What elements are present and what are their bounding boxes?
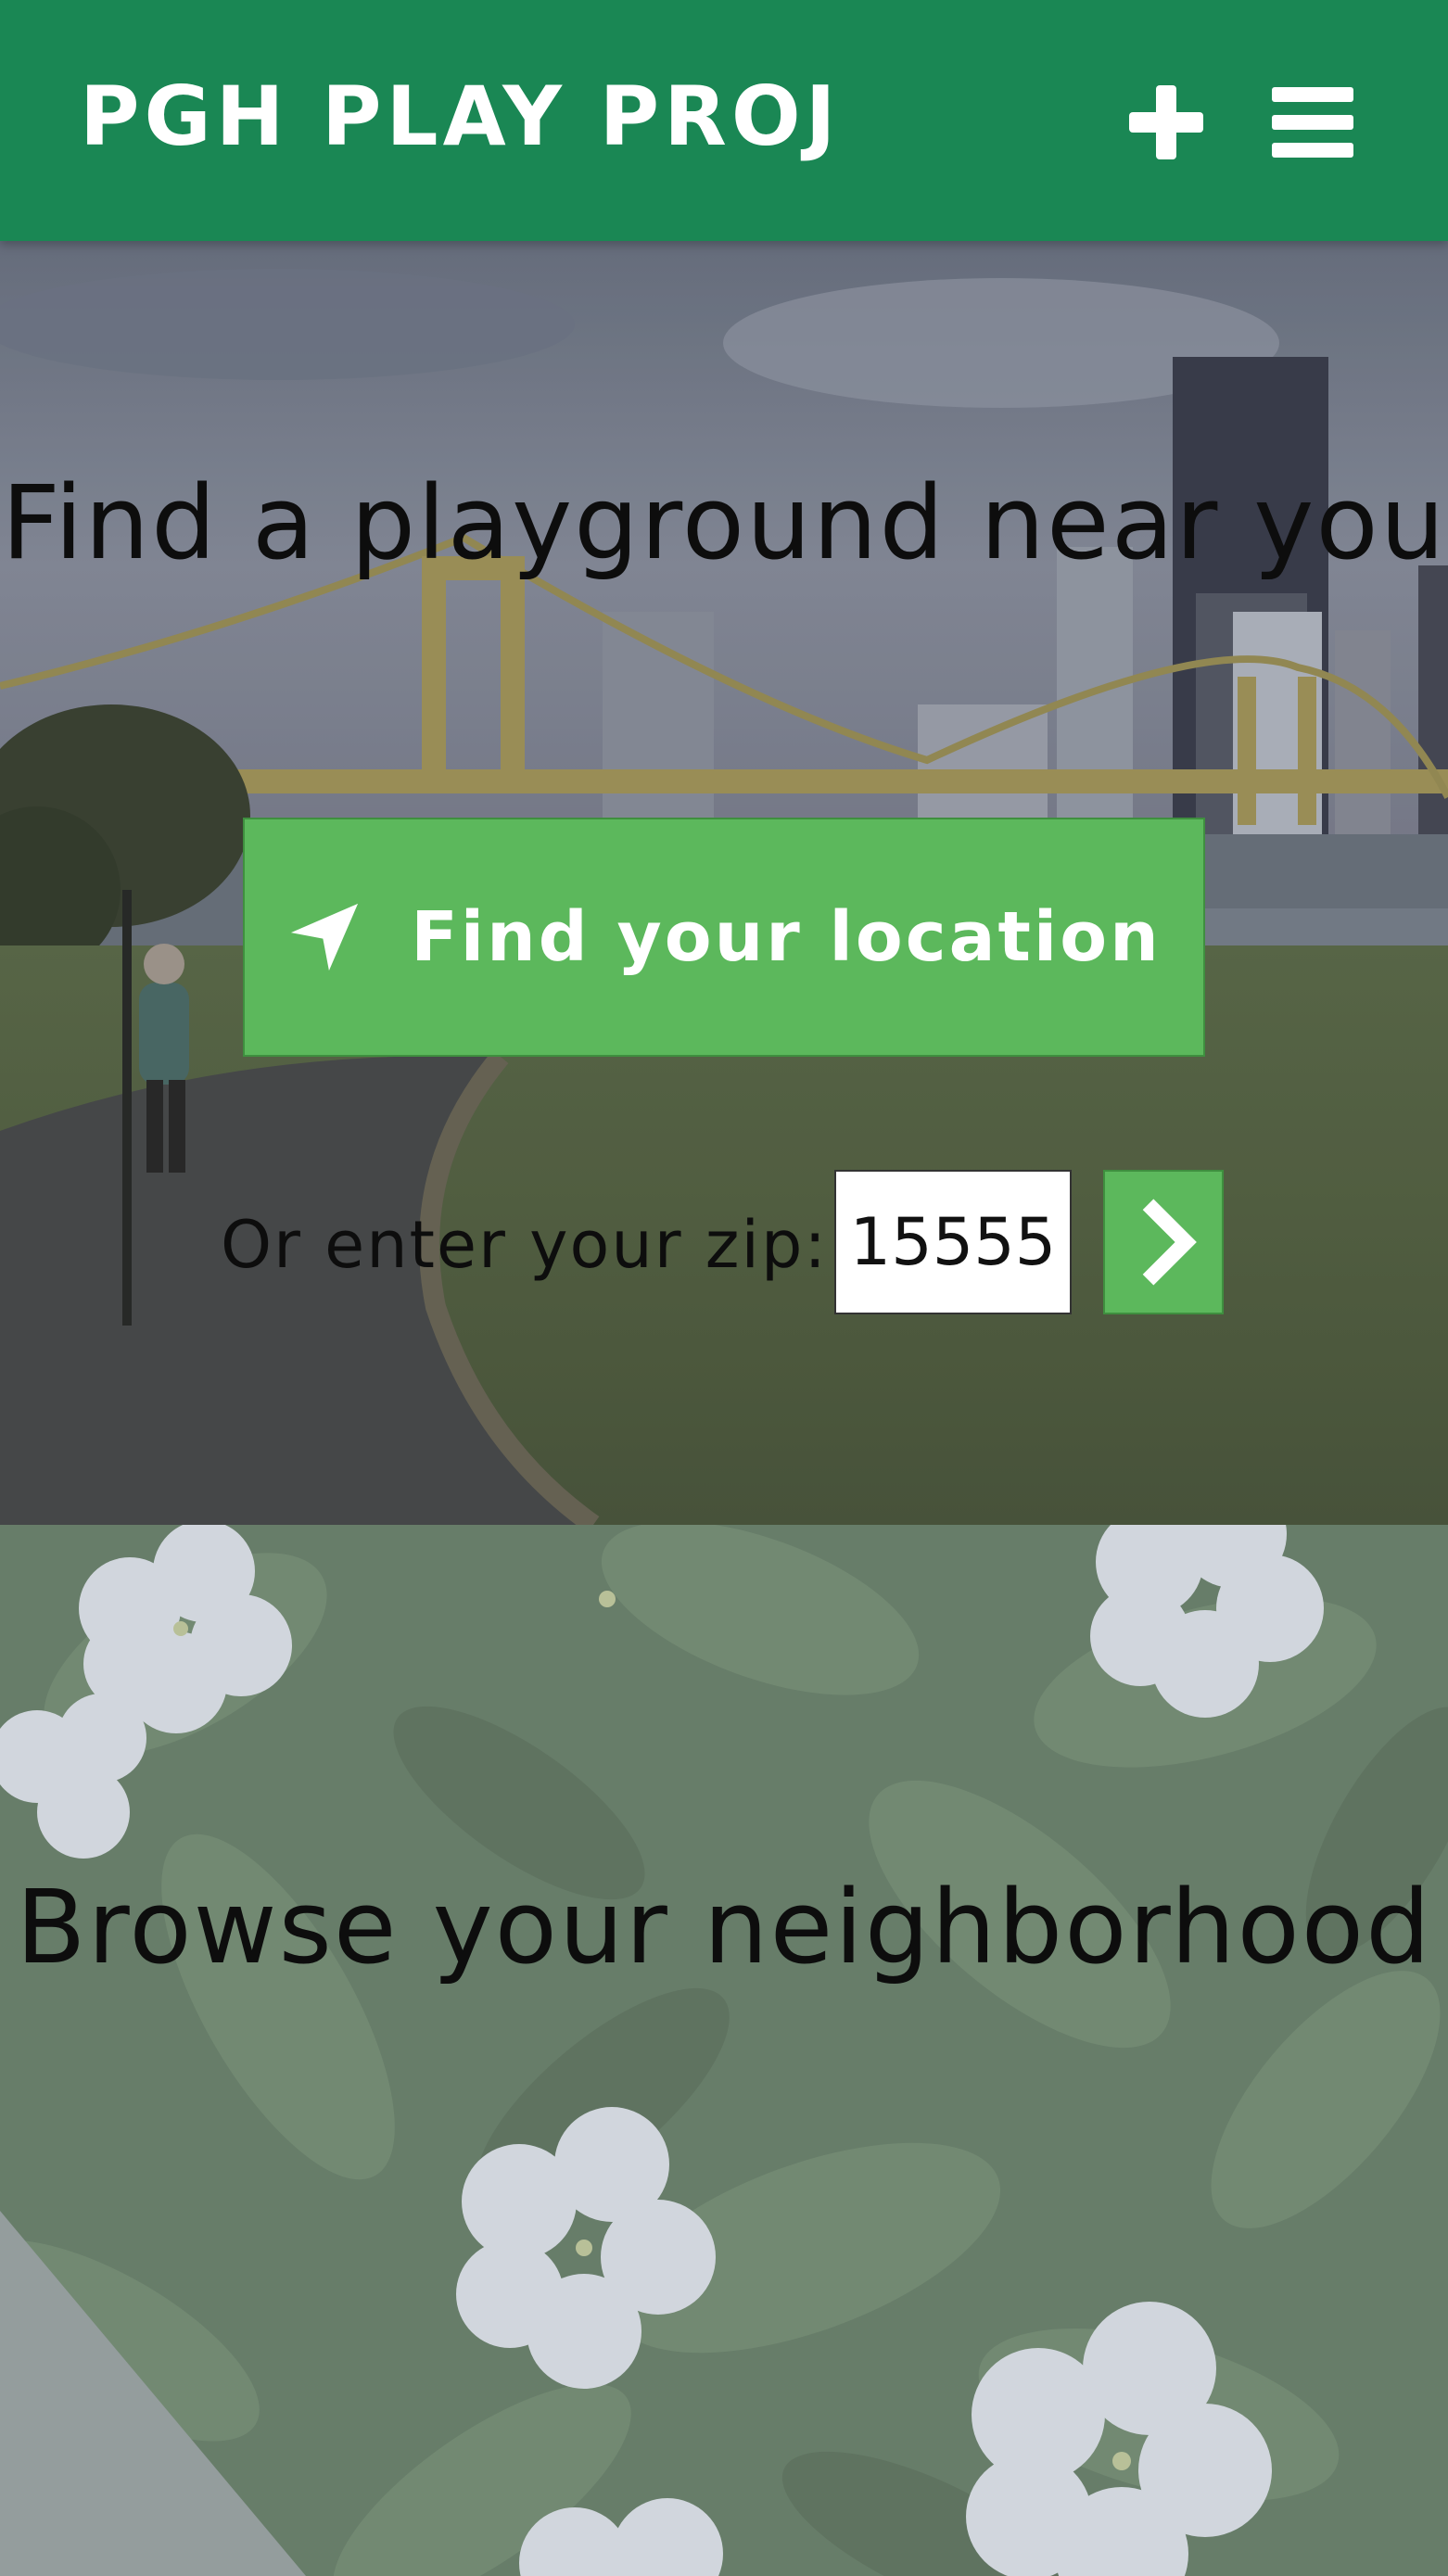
zip-input[interactable] xyxy=(834,1170,1072,1314)
browse-neighborhood-section[interactable]: Browse your neighborhood xyxy=(0,1525,1448,2576)
find-your-location-button[interactable]: Find your location xyxy=(243,818,1205,1057)
flowers-background-image xyxy=(0,1525,1448,2576)
brand-title[interactable]: PGH PLAY PROJ xyxy=(80,76,840,158)
find-playground-heading: Find a playground near you xyxy=(1,463,1447,582)
zip-label: Or enter your zip: xyxy=(221,1207,828,1283)
add-button[interactable] xyxy=(1122,78,1211,167)
browse-neighborhood-heading: Browse your neighborhood xyxy=(16,1868,1432,1986)
zip-search-row: Or enter your zip: xyxy=(0,1170,1448,1318)
menu-button[interactable] xyxy=(1268,78,1357,167)
plus-icon xyxy=(1129,85,1203,159)
find-playground-section: Find a playground near you Find your loc… xyxy=(0,241,1448,1525)
zip-submit-button[interactable] xyxy=(1103,1170,1224,1314)
top-navbar: PGH PLAY PROJ xyxy=(0,0,1448,241)
location-arrow-icon xyxy=(291,903,359,971)
find-your-location-label: Find your location xyxy=(411,897,1162,977)
page: PGH PLAY PROJ Find a playground near you… xyxy=(0,0,1448,2576)
chevron-right-icon xyxy=(1142,1199,1197,1286)
hamburger-menu-icon xyxy=(1272,87,1353,158)
